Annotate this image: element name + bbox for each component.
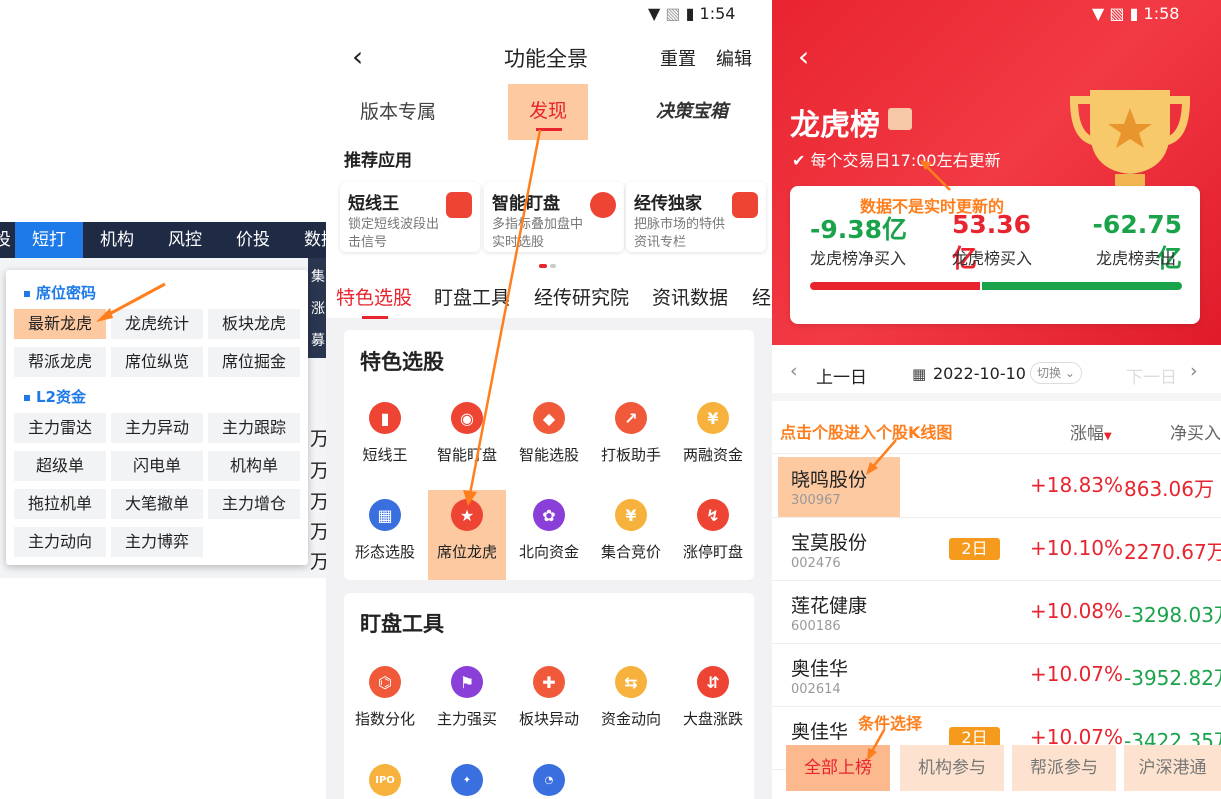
annotation-arrow (96, 282, 166, 322)
annotation-arrow (463, 129, 542, 506)
panel-desktop-menu: 投 短打 机构 风控 价投 数据 集 涨 募 万 万 万 万 万 席位密码 最新… (0, 0, 326, 799)
panel-function-overview: ▼ ▧ ▮ 1:54 ‹ 功能全景 重置 编辑 版本专属 发现 决策宝箱 推荐应… (326, 0, 772, 799)
panel-dragon-list: ▼ ▧ ▮ 1:58 ‹ 龙虎榜 ✔ 每个交易日17:00左右更新 -9.38亿… (772, 0, 1221, 799)
annotation-arrows (866, 160, 951, 761)
